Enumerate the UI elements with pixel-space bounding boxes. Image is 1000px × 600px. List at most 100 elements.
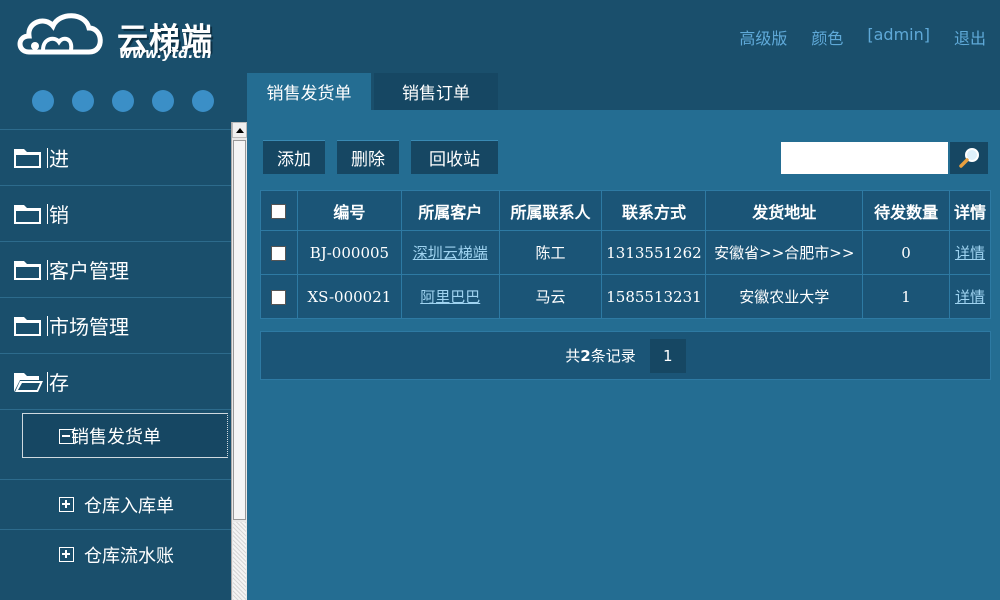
row-select-cell xyxy=(260,274,298,319)
tab-bar: 销售发货单 销售订单 xyxy=(247,72,1000,110)
sidebar-subitem-label: 仓库入库单 xyxy=(84,495,174,517)
column-header: 联系方式 xyxy=(601,190,707,231)
sidebar-subitem-warehouse-ledger[interactable]: 仓库流水账 xyxy=(0,529,231,579)
row-select-cell xyxy=(260,230,298,275)
separator xyxy=(47,371,48,392)
column-header: 发货地址 xyxy=(705,190,864,231)
sidebar-item-customers[interactable]: 客户管理 xyxy=(0,241,231,297)
select-all-checkbox[interactable] xyxy=(271,204,287,219)
table-row: BJ-000005 深圳云梯端 陈工 1313551262 安徽省>>合肥市>>… xyxy=(260,230,991,275)
cloud-logo-icon xyxy=(17,13,103,55)
row-checkbox[interactable] xyxy=(271,246,287,261)
column-header: 待发数量 xyxy=(862,190,950,231)
sidebar-item-sales[interactable]: 销 xyxy=(0,185,231,241)
record-count-prefix: 共 xyxy=(565,347,581,365)
sidebar-item-market[interactable]: 市场管理 xyxy=(0,297,231,353)
sidebar-item-label: 市场管理 xyxy=(49,315,129,339)
sidebar-item-purchase[interactable]: 进 xyxy=(0,129,231,185)
theme-dot-5[interactable] xyxy=(192,90,214,112)
sidebar-item-inventory[interactable]: 存 xyxy=(0,353,231,409)
sidebar-subitem-label: 仓库流水账 xyxy=(84,545,174,567)
logo: 云梯端 www.ytd.cn xyxy=(15,6,215,62)
sidebar-subitem-label: 销售发货单 xyxy=(71,426,161,448)
scroll-thumb[interactable] xyxy=(233,140,246,520)
theme-dot-3[interactable] xyxy=(112,90,134,112)
sidebar: 进 销 客户管理 市场管理 存 销售发货单 仓库入库单 仓库流水账 xyxy=(0,72,247,600)
cell-id: BJ-000005 xyxy=(296,230,402,275)
top-nav: 高级版 颜色 [admin] 退出 xyxy=(739,25,986,49)
selected-subitem-box[interactable]: 销售发货单 xyxy=(22,413,228,458)
customer-link[interactable]: 阿里巴巴 xyxy=(420,288,480,306)
page-button-1[interactable]: 1 xyxy=(649,338,686,373)
sidebar-subitem-warehouse-in[interactable]: 仓库入库单 xyxy=(0,479,231,529)
row-checkbox[interactable] xyxy=(271,290,287,305)
add-button[interactable]: 添加 xyxy=(263,140,325,174)
logout-link[interactable]: 退出 xyxy=(954,25,986,49)
theme-dot-1[interactable] xyxy=(32,90,54,112)
pagination: 共2条记录 1 xyxy=(260,331,991,380)
customer-link[interactable]: 深圳云梯端 xyxy=(413,244,488,262)
table-header-row: 编号 所属客户 所属联系人 联系方式 发货地址 待发数量 详情 xyxy=(260,190,991,231)
cell-detail: 详情 xyxy=(949,274,991,319)
sidebar-item-label: 销 xyxy=(49,203,69,227)
advanced-edition-link[interactable]: 高级版 xyxy=(739,25,787,49)
scroll-up-arrow-icon[interactable] xyxy=(232,122,247,138)
cell-contact: 陈工 xyxy=(498,230,603,275)
cell-id: XS-000021 xyxy=(296,274,402,319)
logo-url: www.ytd.cn xyxy=(119,46,212,62)
cell-detail: 详情 xyxy=(949,230,991,275)
column-header: 所属客户 xyxy=(400,190,500,231)
select-all-header xyxy=(260,190,298,231)
separator xyxy=(47,259,48,280)
cell-address: 安徽省>>合肥市>> xyxy=(705,230,864,275)
folder-open-icon xyxy=(14,372,43,392)
sidebar-scrollbar[interactable] xyxy=(231,122,247,600)
scroll-track[interactable] xyxy=(233,522,246,600)
separator xyxy=(47,315,48,336)
detail-link[interactable]: 详情 xyxy=(955,244,985,262)
search-icon xyxy=(959,148,979,168)
theme-dot-2[interactable] xyxy=(72,90,94,112)
collapse-icon xyxy=(59,429,74,444)
sidebar-subitem-sales-delivery[interactable]: 销售发货单 xyxy=(0,409,231,479)
folder-icon xyxy=(14,260,41,280)
record-count-value: 2 xyxy=(580,347,591,365)
record-count: 共2条记录 xyxy=(565,345,635,366)
theme-dots xyxy=(32,90,214,112)
record-count-suffix: 条记录 xyxy=(590,347,636,365)
user-admin-link[interactable]: [admin] xyxy=(867,25,930,49)
detail-link[interactable]: 详情 xyxy=(955,288,985,306)
cell-qty: 1 xyxy=(862,274,950,319)
cell-qty: 0 xyxy=(862,230,950,275)
column-header: 详情 xyxy=(949,190,991,231)
sidebar-item-label: 客户管理 xyxy=(49,259,129,283)
delete-button[interactable]: 删除 xyxy=(337,140,399,174)
sidebar-item-label: 存 xyxy=(49,371,69,395)
search-button[interactable] xyxy=(950,142,988,174)
sidebar-item-label: 进 xyxy=(49,147,69,171)
folder-icon xyxy=(14,148,41,168)
header: 云梯端 www.ytd.cn 高级版 颜色 [admin] 退出 xyxy=(0,0,1000,72)
tab-sales-delivery[interactable]: 销售发货单 xyxy=(247,73,371,110)
expand-icon xyxy=(59,547,74,562)
cell-customer: 阿里巴巴 xyxy=(400,274,500,319)
recycle-bin-button[interactable]: 回收站 xyxy=(411,140,498,174)
separator xyxy=(47,203,48,224)
sidebar-nav: 进 销 客户管理 市场管理 存 销售发货单 仓库入库单 仓库流水账 xyxy=(0,129,231,579)
expand-icon xyxy=(59,497,74,512)
delivery-table: 编号 所属客户 所属联系人 联系方式 发货地址 待发数量 详情 BJ-00000… xyxy=(260,190,991,319)
folder-icon xyxy=(14,316,41,336)
search-input[interactable] xyxy=(781,142,948,174)
color-link[interactable]: 颜色 xyxy=(811,25,843,49)
tab-sales-order[interactable]: 销售订单 xyxy=(374,73,498,110)
cell-address: 安徽农业大学 xyxy=(705,274,864,319)
table-row: XS-000021 阿里巴巴 马云 1585513231 安徽农业大学 1 详情 xyxy=(260,274,991,319)
separator xyxy=(47,147,48,168)
folder-icon xyxy=(14,204,41,224)
cell-contact: 马云 xyxy=(498,274,603,319)
cell-customer: 深圳云梯端 xyxy=(400,230,500,275)
column-header: 编号 xyxy=(296,190,402,231)
theme-dot-4[interactable] xyxy=(152,90,174,112)
cell-phone: 1585513231 xyxy=(601,274,707,319)
column-header: 所属联系人 xyxy=(498,190,603,231)
